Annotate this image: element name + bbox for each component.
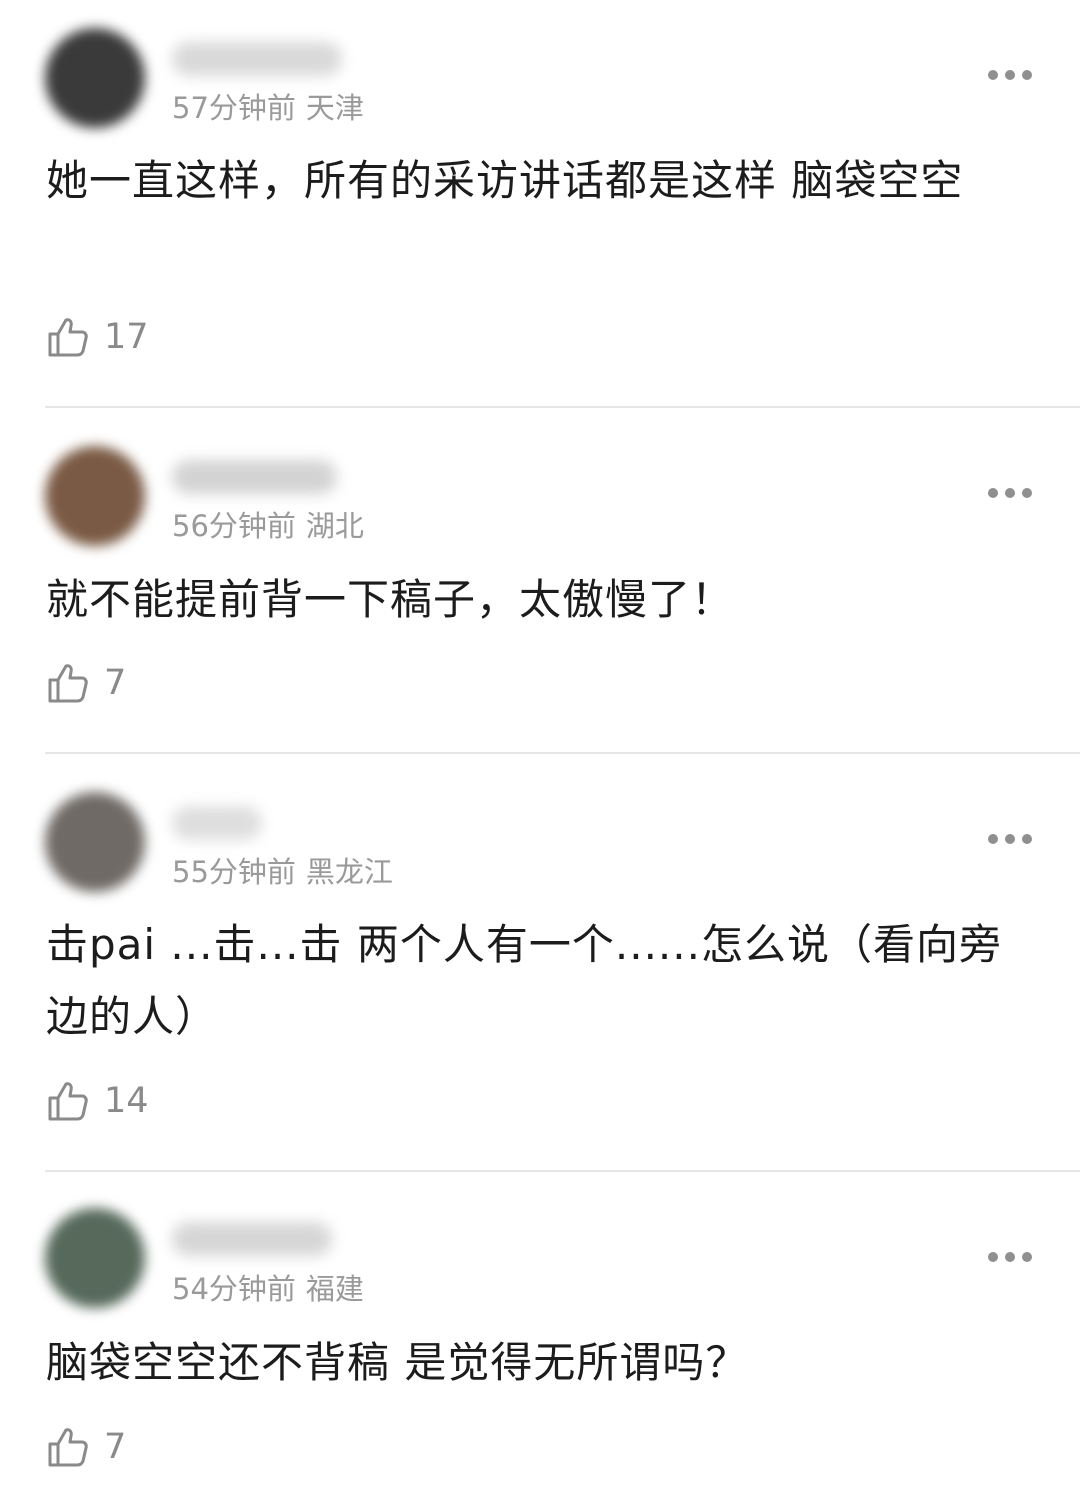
thumbs-up-icon xyxy=(48,1082,88,1121)
avatar[interactable] xyxy=(45,446,145,546)
like-count: 7 xyxy=(104,663,127,703)
more-options-button[interactable] xyxy=(988,487,1032,499)
username-blurred[interactable] xyxy=(172,1222,332,1256)
dot xyxy=(988,488,998,498)
avatar[interactable] xyxy=(45,28,145,128)
dot xyxy=(1022,834,1032,844)
dot xyxy=(1005,834,1015,844)
comment-text: 脑袋空空还不背稿 是觉得无所谓吗？ xyxy=(46,1338,749,1387)
dot xyxy=(1022,1252,1032,1262)
like-button[interactable]: 7 xyxy=(46,1424,126,1470)
username-blurred[interactable] xyxy=(172,806,262,840)
comment-location: 黑龙江 xyxy=(305,855,393,889)
comment-time: 57分钟前 xyxy=(172,91,296,125)
comment-text: 击pai ...击...击 两个人有一个......怎么说（看向旁边的人） xyxy=(46,920,1002,1041)
dot xyxy=(1005,70,1015,80)
thumbs-up-icon xyxy=(48,1428,88,1467)
divider xyxy=(45,1170,1080,1172)
comment-meta: 56分钟前 湖北 xyxy=(172,508,364,544)
more-options-button[interactable] xyxy=(988,69,1032,81)
dot xyxy=(1022,488,1032,498)
dot xyxy=(988,834,998,844)
like-button[interactable]: 14 xyxy=(46,1078,149,1124)
comment-meta: 54分钟前 福建 xyxy=(172,1271,364,1307)
avatar[interactable] xyxy=(45,1208,145,1308)
like-button[interactable]: 7 xyxy=(46,660,126,706)
comment-location: 湖北 xyxy=(305,509,364,543)
comment-time: 56分钟前 xyxy=(172,509,296,543)
comment-meta: 55分钟前 黑龙江 xyxy=(172,854,393,890)
dot xyxy=(988,70,998,80)
more-options-button[interactable] xyxy=(988,1251,1032,1263)
username-blurred[interactable] xyxy=(172,42,342,76)
dot xyxy=(1022,70,1032,80)
comment-location: 天津 xyxy=(305,91,364,125)
thumbs-up-icon xyxy=(48,664,88,703)
dot xyxy=(988,1252,998,1262)
comment-text: 就不能提前背一下稿子，太傲慢了！ xyxy=(46,575,735,624)
comment-text: 她一直这样，所有的采访讲话都是这样 脑袋空空 xyxy=(46,156,964,205)
dot xyxy=(1005,1252,1015,1262)
like-count: 17 xyxy=(104,317,149,357)
dot xyxy=(1005,488,1015,498)
divider xyxy=(45,406,1080,408)
avatar[interactable] xyxy=(45,792,145,892)
like-count: 14 xyxy=(104,1081,149,1121)
thumbs-up-icon xyxy=(48,318,88,357)
comment-location: 福建 xyxy=(305,1272,364,1306)
more-options-button[interactable] xyxy=(988,833,1032,845)
like-button[interactable]: 17 xyxy=(46,314,149,360)
comment-time: 55分钟前 xyxy=(172,855,296,889)
comment-meta: 57分钟前 天津 xyxy=(172,90,364,126)
comment-time: 54分钟前 xyxy=(172,1272,296,1306)
username-blurred[interactable] xyxy=(172,460,337,494)
divider xyxy=(45,752,1080,754)
like-count: 7 xyxy=(104,1427,127,1467)
